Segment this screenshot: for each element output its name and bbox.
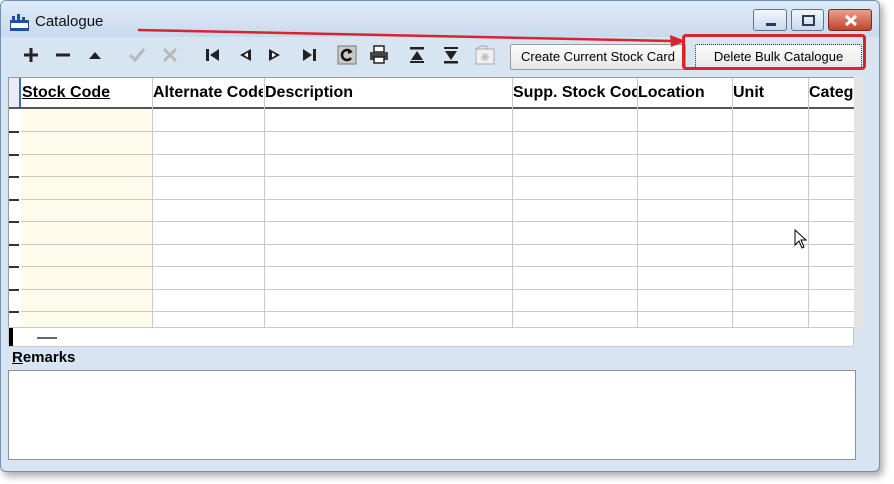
last-record-icon[interactable] [297, 43, 321, 67]
first-record-icon[interactable] [201, 43, 225, 67]
column-header-unit[interactable]: Unit [733, 84, 805, 102]
up-icon[interactable] [83, 43, 107, 67]
column-header-supp-stock-code[interactable]: Supp. Stock Code [513, 84, 637, 102]
row-divider [21, 154, 855, 155]
maximize-button[interactable] [791, 9, 824, 31]
add-icon[interactable] [19, 43, 43, 67]
create-stock-card-button[interactable]: Create Current Stock Card [510, 44, 686, 70]
column-header-alternate-code[interactable]: Alternate Code [153, 84, 263, 102]
column-divider [512, 78, 513, 328]
column-header-location[interactable]: Location [638, 84, 732, 102]
row-divider [21, 289, 855, 290]
column-header-stock-code[interactable]: Stock Code [22, 84, 150, 102]
row-marker [9, 154, 19, 156]
mouse-cursor-icon [794, 229, 808, 249]
column-divider [152, 78, 153, 328]
row-marker [9, 266, 19, 268]
row-marker [9, 221, 19, 223]
row-divider [21, 311, 855, 312]
remarks-label: Remarks [12, 349, 75, 366]
refresh-icon[interactable] [335, 43, 359, 67]
vertical-scrollbar[interactable] [854, 77, 864, 329]
delete-icon[interactable] [51, 43, 75, 67]
next-record-icon[interactable] [263, 43, 287, 67]
column-header-description[interactable]: Description [265, 84, 509, 102]
row-marker [9, 289, 19, 291]
scrollbar-marker [9, 328, 13, 346]
row-marker [9, 199, 19, 201]
horizontal-scrollbar[interactable] [8, 327, 854, 347]
row-divider [21, 221, 855, 222]
window-title: Catalogue [35, 13, 104, 30]
column-divider [637, 78, 638, 328]
catalogue-window: Catalogue Create Current Stock Card Dele… [0, 0, 880, 472]
remarks-field[interactable] [8, 370, 856, 460]
minimize-button[interactable] [753, 9, 787, 31]
close-button[interactable] [828, 9, 872, 31]
attachment-icon[interactable] [473, 43, 497, 67]
app-icon [10, 14, 29, 31]
column-divider [732, 78, 733, 328]
grid-header: Stock Code Alternate Code Description Su… [9, 78, 855, 109]
row-marker [9, 311, 19, 313]
row-indicator-header[interactable] [9, 78, 21, 107]
maximize-icon [802, 15, 815, 26]
column-divider [264, 78, 265, 328]
stock-code-column-highlight [21, 109, 152, 328]
previous-record-icon[interactable] [233, 43, 257, 67]
remarks-label-text: emarks [22, 349, 76, 366]
row-divider [21, 266, 855, 267]
row-divider [21, 131, 855, 132]
title-bar: Catalogue [1, 1, 879, 37]
remarks-label-accesskey: R [12, 349, 23, 366]
print-icon[interactable] [367, 43, 391, 67]
sort-descending-icon[interactable] [439, 43, 463, 67]
scrollbar-thumb[interactable] [37, 337, 57, 339]
minimize-icon [766, 23, 776, 26]
row-marker [9, 176, 19, 178]
row-marker [9, 244, 19, 246]
row-marker [9, 131, 19, 133]
confirm-icon[interactable] [125, 43, 149, 67]
row-divider [21, 176, 855, 177]
row-divider [21, 199, 855, 200]
close-icon [844, 14, 858, 27]
column-header-category[interactable]: Categ [809, 84, 855, 102]
cancel-icon[interactable] [158, 43, 182, 67]
row-divider [21, 244, 855, 245]
column-divider [808, 78, 809, 328]
highlight-box [682, 34, 866, 70]
catalogue-grid[interactable]: Stock Code Alternate Code Description Su… [8, 77, 856, 329]
sort-ascending-icon[interactable] [405, 43, 429, 67]
